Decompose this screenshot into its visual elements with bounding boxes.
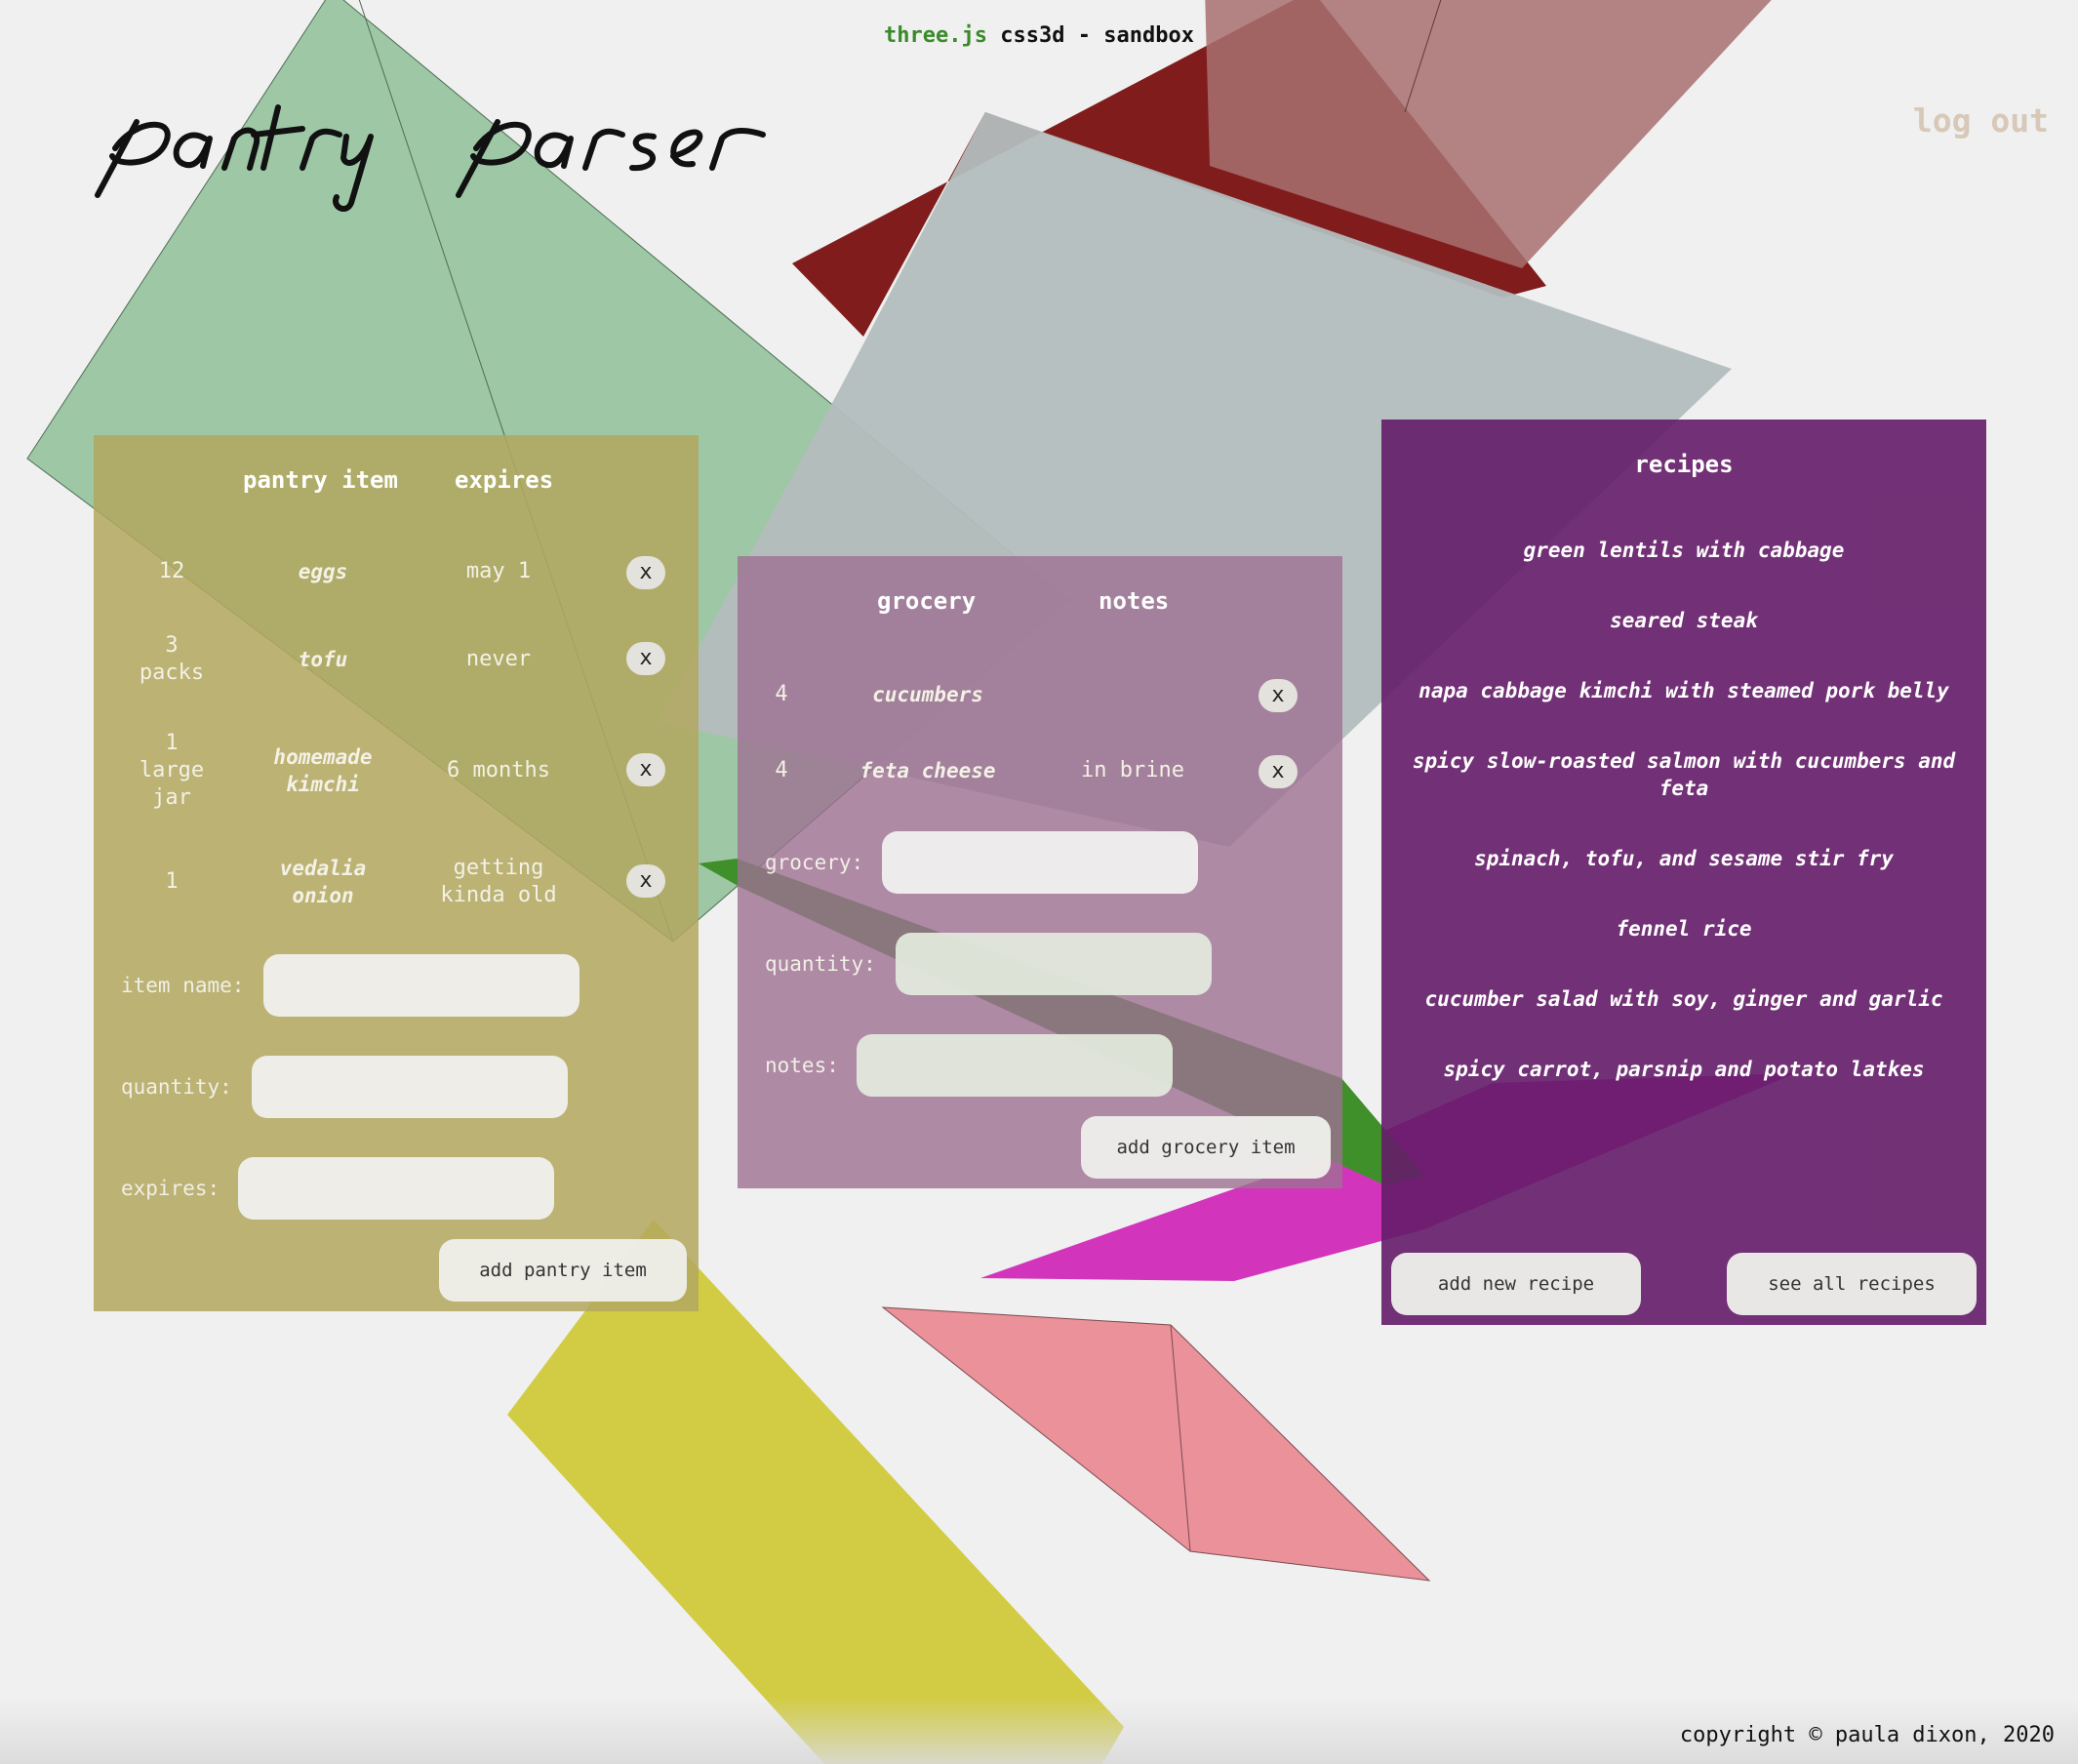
delete-pantry-item-button[interactable]: x — [626, 642, 665, 675]
recipe-item[interactable]: seared steak — [1411, 607, 1957, 634]
delete-pantry-item-button[interactable]: x — [626, 556, 665, 589]
recipe-item[interactable]: green lentils with cabbage — [1411, 537, 1957, 564]
see-all-recipes-button[interactable]: see all recipes — [1727, 1253, 1977, 1315]
delete-grocery-item-button[interactable]: x — [1259, 755, 1298, 788]
recipe-item[interactable]: fennel rice — [1411, 915, 1957, 942]
recipe-list: green lentils with cabbage seared steak … — [1411, 537, 1957, 1126]
add-pantry-item-button[interactable]: add pantry item — [439, 1239, 687, 1302]
recipes-title: recipes — [1634, 451, 1734, 478]
pantry-expires: may 1 — [465, 559, 532, 583]
grocery-input[interactable] — [882, 831, 1198, 894]
add-new-recipe-button[interactable]: add new recipe — [1391, 1253, 1641, 1315]
item-name-input[interactable] — [263, 954, 579, 1017]
grocery-name: feta cheese — [859, 759, 996, 782]
notes-input[interactable] — [857, 1034, 1173, 1097]
info-bar: three.js css3d - sandbox — [0, 23, 2078, 48]
pantry-expires: 6 months — [447, 758, 550, 782]
grocery-header: grocery — [877, 587, 977, 615]
expires-label: expires: — [121, 1177, 220, 1200]
grocery-qty: 4 — [775, 682, 788, 706]
pantry-name: vedalia onion — [279, 857, 367, 907]
recipe-item[interactable]: cucumber salad with soy, ginger and garl… — [1411, 985, 1957, 1013]
threejs-link[interactable]: three.js — [884, 23, 987, 48]
pantry-panel: pantry item expires 12 eggs may 1 x 3 pa… — [94, 435, 699, 1311]
grocery-label: grocery: — [765, 851, 864, 874]
pantry-qty: 3 packs — [139, 633, 205, 685]
bg-shape-pink — [881, 1306, 1431, 1582]
pantry-parser-logo — [95, 104, 766, 212]
pantry-qty: 1 — [165, 869, 179, 894]
recipe-item[interactable]: spinach, tofu, and sesame stir fry — [1411, 845, 1957, 872]
pantry-quantity-label: quantity: — [121, 1075, 232, 1099]
grocery-quantity-label: quantity: — [765, 952, 876, 976]
pantry-quantity-input[interactable] — [252, 1056, 568, 1118]
pantry-expires: never — [465, 647, 532, 671]
grocery-panel: grocery notes 4 cucumbers x 4 feta chees… — [738, 556, 1342, 1188]
delete-grocery-item-button[interactable]: x — [1259, 679, 1298, 712]
recipe-item[interactable]: napa cabbage kimchi with steamed pork be… — [1411, 677, 1957, 704]
copyright-text: copyright © paula dixon, 2020 — [1679, 1723, 2055, 1747]
notes-label: notes: — [765, 1054, 839, 1077]
grocery-notes: in brine — [1081, 758, 1184, 782]
pantry-expires: getting kinda old — [440, 856, 557, 907]
expires-header: expires — [455, 466, 554, 494]
pantry-item-header: pantry item — [243, 466, 398, 494]
item-name-label: item name: — [121, 974, 245, 997]
grocery-quantity-input[interactable] — [896, 933, 1212, 995]
pantry-name: eggs — [298, 560, 348, 583]
recipe-item[interactable]: spicy carrot, parsnip and potato latkes — [1411, 1056, 1957, 1083]
pantry-name: tofu — [298, 648, 348, 671]
info-text: css3d - sandbox — [1000, 23, 1194, 48]
pantry-qty: 12 — [158, 559, 185, 583]
pantry-name: homemade kimchi — [273, 745, 373, 796]
expires-input[interactable] — [238, 1157, 554, 1220]
notes-header: notes — [1099, 587, 1170, 615]
grocery-qty: 4 — [775, 758, 788, 782]
recipe-item[interactable]: spicy slow-roasted salmon with cucumbers… — [1411, 747, 1957, 802]
delete-pantry-item-button[interactable]: x — [626, 753, 665, 786]
pantry-qty: 1 large jar — [139, 731, 205, 810]
add-grocery-item-button[interactable]: add grocery item — [1081, 1116, 1331, 1179]
recipes-panel: recipes green lentils with cabbage seare… — [1381, 420, 1986, 1325]
grocery-name: cucumbers — [872, 683, 983, 706]
delete-pantry-item-button[interactable]: x — [626, 864, 665, 898]
logout-link[interactable]: log out — [1913, 101, 2049, 140]
